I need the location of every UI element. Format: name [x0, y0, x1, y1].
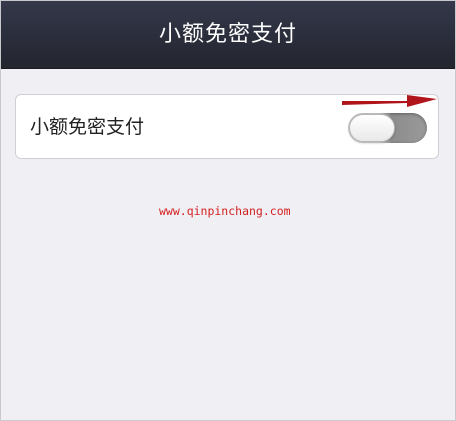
- red-arrow-icon: [342, 95, 437, 107]
- page-title: 小额免密支付: [158, 22, 297, 47]
- app-screen: 小额免密支付 小额免密支付 www.qinpinchang.com: [0, 0, 456, 421]
- small-payment-label: 小额免密支付: [30, 116, 145, 138]
- navigation-bar: 小额免密支付: [1, 1, 455, 69]
- watermark-text: www.qinpinchang.com: [159, 204, 291, 218]
